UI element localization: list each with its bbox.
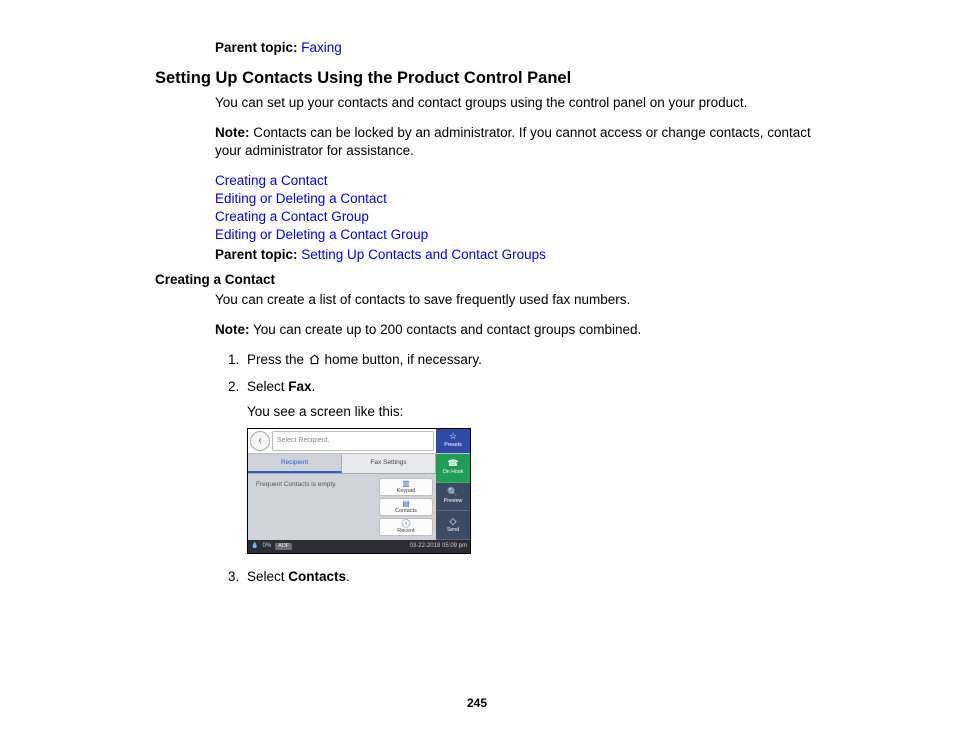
side-onhook: ☎ On Hook <box>436 454 470 483</box>
note-2: Note: You can create up to 200 contacts … <box>215 321 834 339</box>
status-time: 03-22-2018 05:09 pm <box>410 542 467 550</box>
contacts-icon: ▤ <box>380 500 432 508</box>
step-2-subtext: You see a screen like this: <box>247 403 834 422</box>
product-screen: ‹ Select Recipient. ☆ Presets Recipient <box>247 428 471 554</box>
drop-icon: 💧 <box>251 542 258 550</box>
parent-topic-label-2: Parent topic: <box>215 247 298 262</box>
star-icon: ☆ <box>449 432 457 441</box>
intro-paragraph: You can set up your contacts and contact… <box>215 94 834 112</box>
back-icon: ‹ <box>250 431 270 451</box>
note-1: Note: Contacts can be locked by an admin… <box>215 124 834 160</box>
parent-topic-label: Parent topic: <box>215 40 298 55</box>
keypad-icon: ▥ <box>380 480 432 488</box>
home-icon <box>308 353 321 366</box>
subheading-creating-contact: Creating a Contact <box>155 272 834 287</box>
link-editing-deleting-contact-group[interactable]: Editing or Deleting a Contact Group <box>215 227 428 242</box>
recipient-input: Select Recipient. <box>272 431 434 451</box>
link-editing-deleting-contact[interactable]: Editing or Deleting a Contact <box>215 191 387 206</box>
steps-list: Press the home button, if necessary. Sel… <box>215 351 834 586</box>
recent-icon: 🕔 <box>380 520 432 528</box>
tab-recipient: Recipient <box>248 454 342 473</box>
related-links: Creating a Contact Editing or Deleting a… <box>215 173 834 242</box>
note-text-2: You can create up to 200 contacts and co… <box>250 322 642 337</box>
keypad-button: ▥ Keypad <box>379 478 433 496</box>
note-text: Contacts can be locked by an administrat… <box>215 125 811 158</box>
parent-topic-bottom: Parent topic: Setting Up Contacts and Co… <box>215 246 834 264</box>
link-creating-contact[interactable]: Creating a Contact <box>215 173 328 188</box>
status-pct: 0% <box>262 542 271 550</box>
parent-topic-top: Parent topic: Faxing <box>215 40 834 55</box>
section-heading: Setting Up Contacts Using the Product Co… <box>155 69 834 88</box>
side-presets: Presets <box>444 442 462 449</box>
send-diamond-icon: ◇ <box>450 517 457 526</box>
preview-icon: 🔍 <box>447 488 458 497</box>
note-label-2: Note: <box>215 322 250 337</box>
parent-topic-link-setting-up[interactable]: Setting Up Contacts and Contact Groups <box>301 247 546 262</box>
page-number: 245 <box>0 696 954 710</box>
tab-fax-settings: Fax Settings <box>342 454 436 473</box>
step-3: Select Contacts. <box>243 568 834 587</box>
step-1: Press the home button, if necessary. <box>243 351 834 370</box>
status-bar: 💧 0% ADF 03-22-2018 05:09 pm <box>248 540 470 552</box>
step-2: Select Fax. You see a screen like this: … <box>243 378 834 553</box>
link-creating-contact-group[interactable]: Creating a Contact Group <box>215 209 369 224</box>
parent-topic-link-faxing[interactable]: Faxing <box>301 40 342 55</box>
status-adf: ADF <box>275 543 292 551</box>
phone-icon: ☎ <box>447 459 458 468</box>
empty-contacts-text: Frequent Contacts is empty. <box>248 474 376 491</box>
recent-button: 🕔 Recent <box>379 518 433 536</box>
side-send: ◇ Send <box>436 511 470 540</box>
note-label: Note: <box>215 125 250 140</box>
side-preview: 🔍 Preview <box>436 483 470 512</box>
sub-intro: You can create a list of contacts to sav… <box>215 291 834 309</box>
contacts-button: ▤ Contacts <box>379 498 433 516</box>
